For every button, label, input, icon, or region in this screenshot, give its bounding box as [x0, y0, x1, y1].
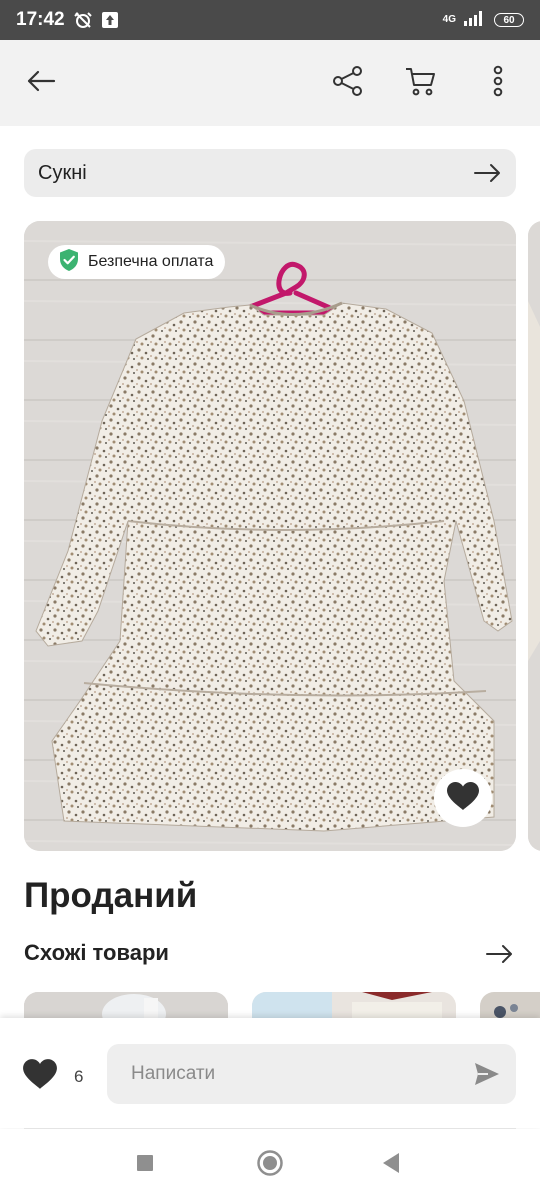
signal-icon: [464, 10, 486, 31]
back-button[interactable]: [19, 61, 63, 105]
similar-item-thumbnail[interactable]: [252, 992, 456, 1020]
category-label: Сукні: [38, 161, 87, 184]
recent-apps-button[interactable]: [127, 1147, 163, 1183]
shield-check-icon: [58, 248, 80, 277]
square-icon: [136, 1154, 154, 1177]
similar-items-carousel[interactable]: [24, 992, 540, 1020]
more-options-button[interactable]: [476, 61, 520, 105]
back-arrow-icon: [26, 70, 56, 97]
heart-icon: [22, 1058, 58, 1095]
similar-item-thumbnail[interactable]: [480, 992, 540, 1020]
similar-item-image: [24, 992, 228, 1020]
likes-count: 6: [74, 1066, 84, 1086]
cart-button[interactable]: [398, 61, 442, 105]
more-vertical-icon: [492, 65, 504, 102]
share-button[interactable]: [326, 61, 370, 105]
upload-icon: [101, 11, 119, 29]
dress-photo: [24, 221, 516, 851]
share-icon: [332, 65, 364, 102]
arrow-right-icon: [474, 163, 502, 183]
battery-indicator: 60: [494, 13, 524, 27]
arrow-right-icon: [486, 944, 514, 969]
triangle-back-icon: [381, 1152, 401, 1179]
circle-icon: [256, 1149, 284, 1182]
next-photo-image: [528, 221, 540, 851]
similar-item-image: [252, 992, 456, 1020]
similar-items-arrow-button[interactable]: [484, 940, 516, 972]
message-field[interactable]: [107, 1044, 516, 1104]
system-nav-bar: [0, 1129, 540, 1200]
network-type: 4G: [442, 14, 456, 25]
cart-icon: [404, 65, 436, 102]
app-bar: [0, 40, 540, 126]
similar-item-thumbnail[interactable]: [24, 992, 228, 1020]
category-link[interactable]: Сукні: [24, 149, 516, 197]
next-photo-peek[interactable]: [528, 221, 540, 851]
heart-icon: [446, 781, 480, 816]
like-button[interactable]: 6: [22, 1058, 83, 1095]
similar-item-image: [480, 992, 540, 1020]
home-button[interactable]: [252, 1147, 288, 1183]
similar-items-title: Схожі товари: [24, 940, 169, 965]
secure-payment-text: Безпечна оплата: [88, 253, 214, 270]
listing-status-title: Проданий: [24, 876, 198, 915]
favorite-button[interactable]: [434, 769, 492, 827]
bottom-action-bar: 6: [0, 1018, 540, 1128]
status-bar: 17:42 4G 60: [0, 0, 540, 40]
status-right-group: 4G 60: [443, 10, 524, 31]
status-time: 17:42: [16, 9, 65, 30]
back-nav-button[interactable]: [373, 1147, 409, 1183]
product-photo[interactable]: Безпечна оплата: [24, 221, 516, 851]
message-input[interactable]: [131, 1063, 474, 1085]
alarm-off-icon: [73, 10, 93, 30]
secure-payment-badge: Безпечна оплата: [48, 245, 226, 279]
send-icon[interactable]: [474, 1062, 500, 1086]
